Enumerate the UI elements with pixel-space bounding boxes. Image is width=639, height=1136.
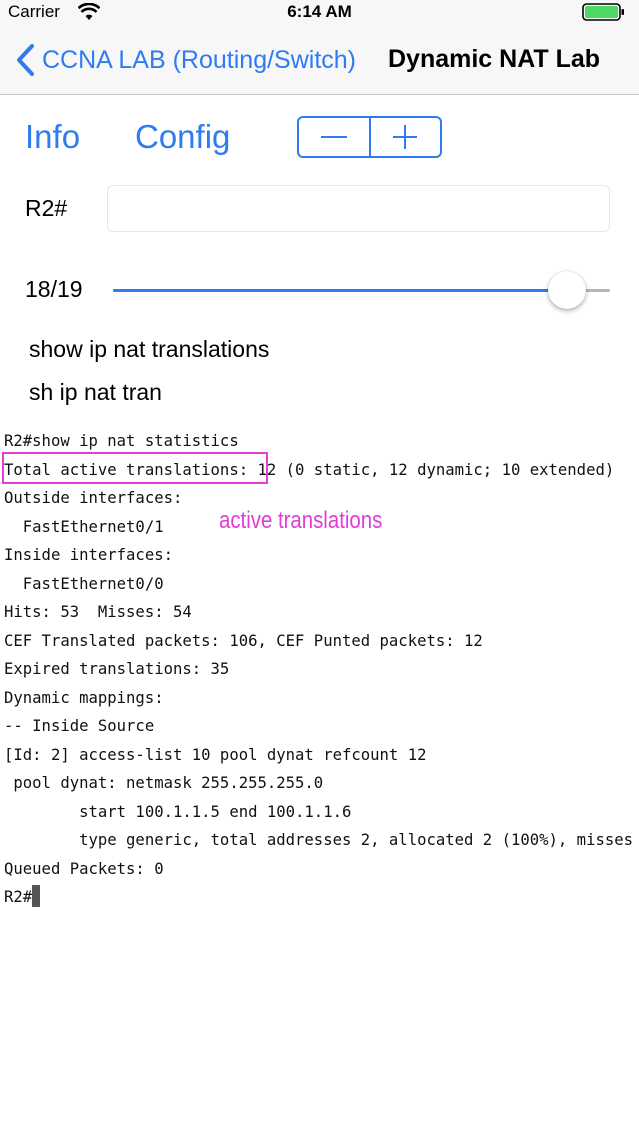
step-slider[interactable] — [113, 268, 610, 312]
step-stepper — [297, 116, 442, 158]
command-hint-short: sh ip nat tran — [29, 379, 162, 405]
terminal-cursor — [32, 885, 41, 907]
terminal-prompt-line: R2# — [4, 883, 636, 912]
command-input[interactable] — [107, 185, 610, 232]
terminal-line: start 100.1.1.5 end 100.1.1.6 — [4, 802, 352, 821]
status-bar: Carrier 6:14 AM — [0, 0, 639, 26]
info-button[interactable]: Info — [25, 118, 80, 156]
battery-icon — [582, 3, 624, 21]
terminal-line: pool dynat: netmask 255.255.255.0 — [4, 774, 324, 792]
slider-thumb[interactable] — [547, 271, 586, 309]
clock: 6:14 AM — [287, 2, 352, 21]
annotation-label: active translations — [219, 507, 383, 534]
plus-icon — [393, 125, 418, 149]
decrement-button[interactable] — [299, 118, 369, 156]
terminal-line: type generic, total addresses 2, allocat… — [4, 831, 636, 849]
config-button[interactable]: Config — [135, 118, 230, 156]
terminal-line: Expired translations: 35 — [4, 660, 230, 678]
terminal-line: -- Inside Source — [4, 717, 155, 735]
terminal-line: FastEthernet0/0 — [4, 574, 164, 593]
prompt-label: R2# — [25, 195, 68, 221]
terminal-output: R2#show ip nat statistics Total active tr… — [4, 427, 636, 912]
terminal-prompt: R2# — [4, 888, 33, 906]
chevron-left-icon — [17, 44, 34, 76]
minus-icon — [320, 136, 347, 138]
back-button[interactable]: CCNA LAB (Routing/Switch) — [14, 40, 356, 80]
page-title: Dynamic NAT Lab — [388, 45, 601, 73]
terminal-line: Hits: 53 Misses: 54 — [4, 603, 192, 621]
highlight-box — [2, 452, 268, 484]
navigation-bar: CCNA LAB (Routing/Switch) Dynamic NAT La… — [0, 26, 639, 95]
command-hint-full: show ip nat translations — [29, 336, 270, 362]
step-counter: 18/19 — [25, 276, 83, 302]
terminal-line: [Id: 2] access-list 10 pool dynat refcou… — [4, 745, 427, 764]
back-button-label: CCNA LAB (Routing/Switch) — [42, 45, 357, 74]
terminal-line: CEF Translated packets: 106, CEF Punted … — [4, 631, 483, 650]
terminal-line: Dynamic mappings: — [4, 688, 164, 707]
slider-fill — [113, 289, 567, 292]
increment-button[interactable] — [371, 118, 441, 156]
terminal-line: Inside interfaces: — [4, 546, 173, 564]
terminal-line: Queued Packets: 0 — [4, 859, 164, 878]
